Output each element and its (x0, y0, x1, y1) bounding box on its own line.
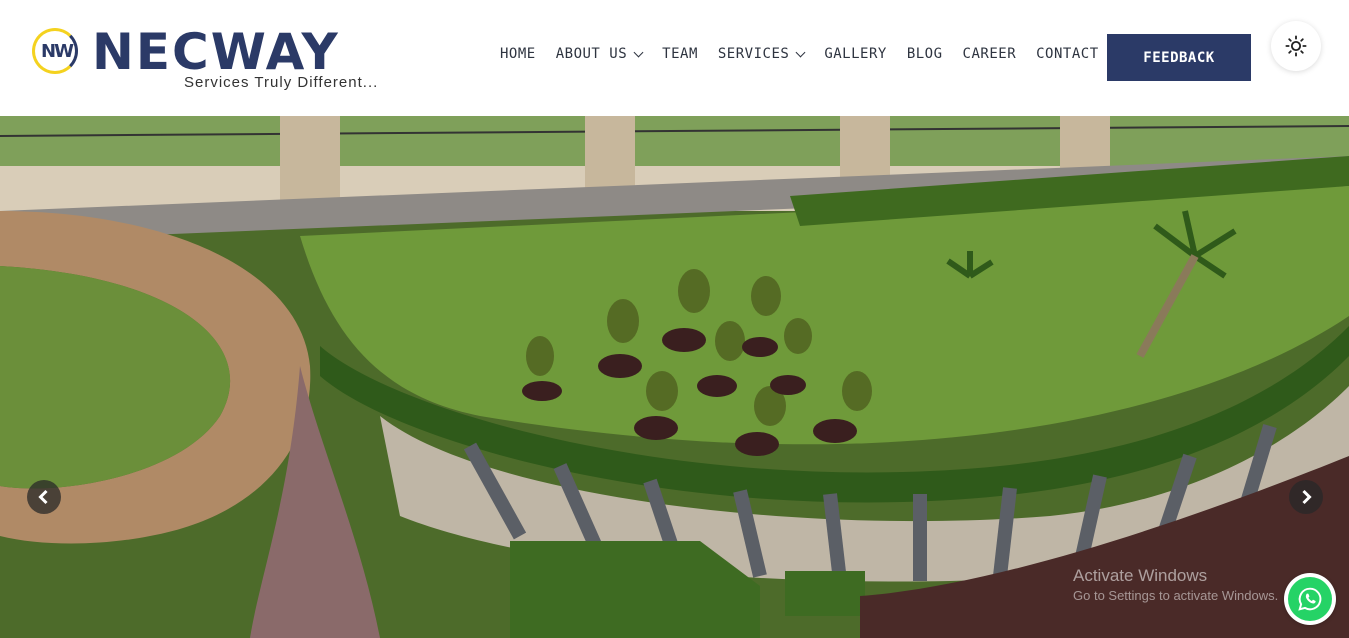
logo-mark-text: NW (41, 41, 74, 62)
chevron-down-icon (633, 47, 644, 57)
brand-name: NECWAY (92, 23, 340, 81)
nav-team[interactable]: TEAM (662, 46, 698, 62)
garden-slide-image (0, 116, 1349, 638)
activate-windows-subtitle: Go to Settings to activate Windows. (1073, 588, 1279, 603)
nav-career[interactable]: CAREER (963, 46, 1017, 62)
chevron-down-icon (795, 47, 806, 57)
nav-label: HOME (500, 46, 536, 62)
nav-label: BLOG (906, 46, 943, 62)
site-logo[interactable]: NW NECWAY Services Truly Different... (30, 24, 390, 96)
nav-label: GALLERY (824, 46, 887, 62)
chevron-left-icon (38, 489, 48, 505)
main-nav: HOME ABOUT US TEAM SERVICES GALLERY BLOG… (500, 46, 1145, 62)
nav-label: SERVICES (717, 46, 790, 62)
hero-slider: Activate Windows Go to Settings to activ… (0, 116, 1349, 638)
nav-services[interactable]: SERVICES (717, 46, 806, 62)
whatsapp-icon (1298, 587, 1322, 611)
nav-blog[interactable]: BLOG (907, 46, 943, 62)
brand-tagline: Services Truly Different... (184, 74, 379, 91)
nav-label: TEAM (662, 46, 698, 62)
nav-about-us[interactable]: ABOUT US (555, 46, 644, 62)
sun-icon (1285, 35, 1307, 57)
activate-windows-title: Activate Windows (1073, 566, 1208, 585)
slider-next-button[interactable] (1289, 480, 1323, 514)
nav-gallery[interactable]: GALLERY (824, 46, 887, 62)
chevron-right-icon (1302, 489, 1312, 505)
nav-home[interactable]: HOME (500, 46, 536, 62)
logo-mark-icon: NW (32, 28, 78, 74)
theme-toggle-button[interactable] (1271, 21, 1321, 71)
site-header: NW NECWAY Services Truly Different... HO… (0, 0, 1349, 116)
nav-label: CAREER (962, 46, 1017, 62)
nav-label: ABOUT US (555, 46, 628, 62)
feedback-button[interactable]: FEEDBACK (1107, 34, 1251, 81)
whatsapp-button[interactable] (1284, 573, 1336, 625)
slider-prev-button[interactable] (27, 480, 61, 514)
